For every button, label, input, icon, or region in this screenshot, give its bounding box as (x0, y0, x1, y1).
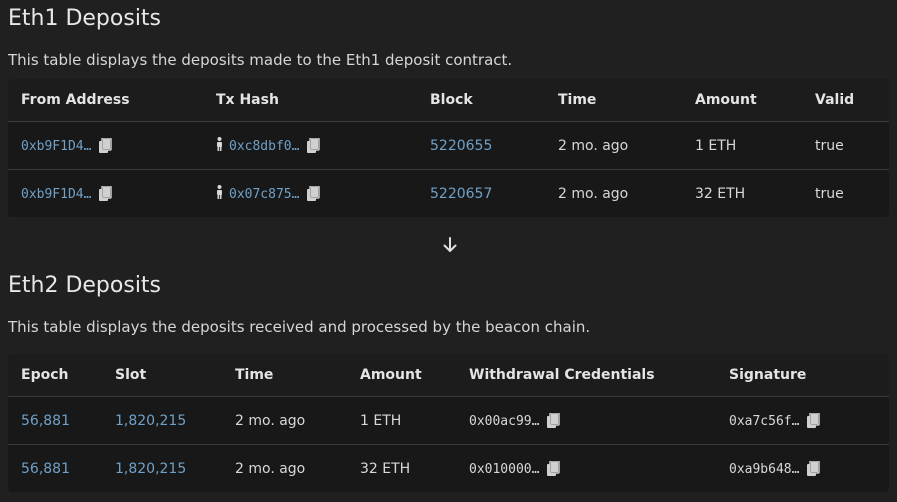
withdrawal-credentials-value: 0x00ac99… (469, 413, 540, 429)
eth2-description: This table displays the deposits receive… (8, 318, 591, 336)
col-tx-hash: Tx Hash (203, 79, 417, 122)
eth2-title: Eth2 Deposits (8, 273, 162, 298)
amount-cell: 32 ETH (347, 444, 456, 492)
signature-value: 0xa9b648… (729, 461, 800, 477)
col-from-address: From Address (8, 79, 203, 122)
eth1-table: From Address Tx Hash Block Time Amount V… (8, 79, 889, 217)
valid-cell: true (802, 169, 889, 217)
block-link[interactable]: 5220657 (430, 186, 492, 202)
copy-icon[interactable] (307, 138, 321, 153)
col-valid: Valid (802, 79, 889, 122)
col-amount: Amount (347, 354, 456, 397)
time-cell: 2 mo. ago (545, 121, 682, 170)
eth1-description: This table displays the deposits made to… (8, 51, 513, 69)
table-row: 56,881 1,820,215 2 mo. ago 32 ETH 0x0100… (8, 444, 889, 492)
signature-value: 0xa7c56f… (729, 413, 800, 429)
copy-icon[interactable] (99, 138, 113, 153)
epoch-link[interactable]: 56,881 (21, 413, 70, 429)
time-cell: 2 mo. ago (545, 169, 682, 217)
tx-hash-link[interactable]: 0x07c875… (229, 187, 299, 202)
amount-cell: 1 ETH (682, 121, 802, 170)
time-cell: 2 mo. ago (222, 396, 347, 445)
col-time: Time (545, 79, 682, 122)
slot-link[interactable]: 1,820,215 (115, 461, 186, 477)
from-address-link[interactable]: 0xb9F1D4… (21, 187, 91, 202)
amount-cell: 1 ETH (347, 396, 456, 445)
person-icon (216, 184, 223, 203)
col-amount: Amount (682, 79, 802, 122)
table-row: 0xb9F1D4… 0xc8dbf0… 5220655 2 mo. ago 1 … (8, 121, 889, 170)
copy-icon[interactable] (307, 186, 321, 201)
col-epoch: Epoch (8, 354, 102, 397)
col-signature: Signature (716, 354, 889, 397)
from-address-link[interactable]: 0xb9F1D4… (21, 139, 91, 154)
tx-hash-link[interactable]: 0xc8dbf0… (229, 139, 299, 154)
copy-icon[interactable] (807, 461, 821, 476)
col-withdrawal-credentials: Withdrawal Credentials (456, 354, 716, 397)
col-time: Time (222, 354, 347, 397)
slot-link[interactable]: 1,820,215 (115, 413, 186, 429)
epoch-link[interactable]: 56,881 (21, 461, 70, 477)
copy-icon[interactable] (807, 413, 821, 428)
eth2-table: Epoch Slot Time Amount Withdrawal Creden… (8, 354, 889, 492)
arrow-down-icon (441, 235, 459, 255)
amount-cell: 32 ETH (682, 169, 802, 217)
eth1-title: Eth1 Deposits (8, 6, 162, 31)
copy-icon[interactable] (99, 186, 113, 201)
col-block: Block (417, 79, 545, 122)
copy-icon[interactable] (547, 413, 561, 428)
copy-icon[interactable] (547, 461, 561, 476)
withdrawal-credentials-value: 0x010000… (469, 461, 540, 477)
col-slot: Slot (102, 354, 222, 397)
valid-cell: true (802, 121, 889, 170)
time-cell: 2 mo. ago (222, 444, 347, 492)
person-icon (216, 136, 223, 155)
block-link[interactable]: 5220655 (430, 138, 492, 154)
table-row: 56,881 1,820,215 2 mo. ago 1 ETH 0x00ac9… (8, 396, 889, 445)
table-row: 0xb9F1D4… 0x07c875… 5220657 2 mo. ago 32… (8, 169, 889, 217)
